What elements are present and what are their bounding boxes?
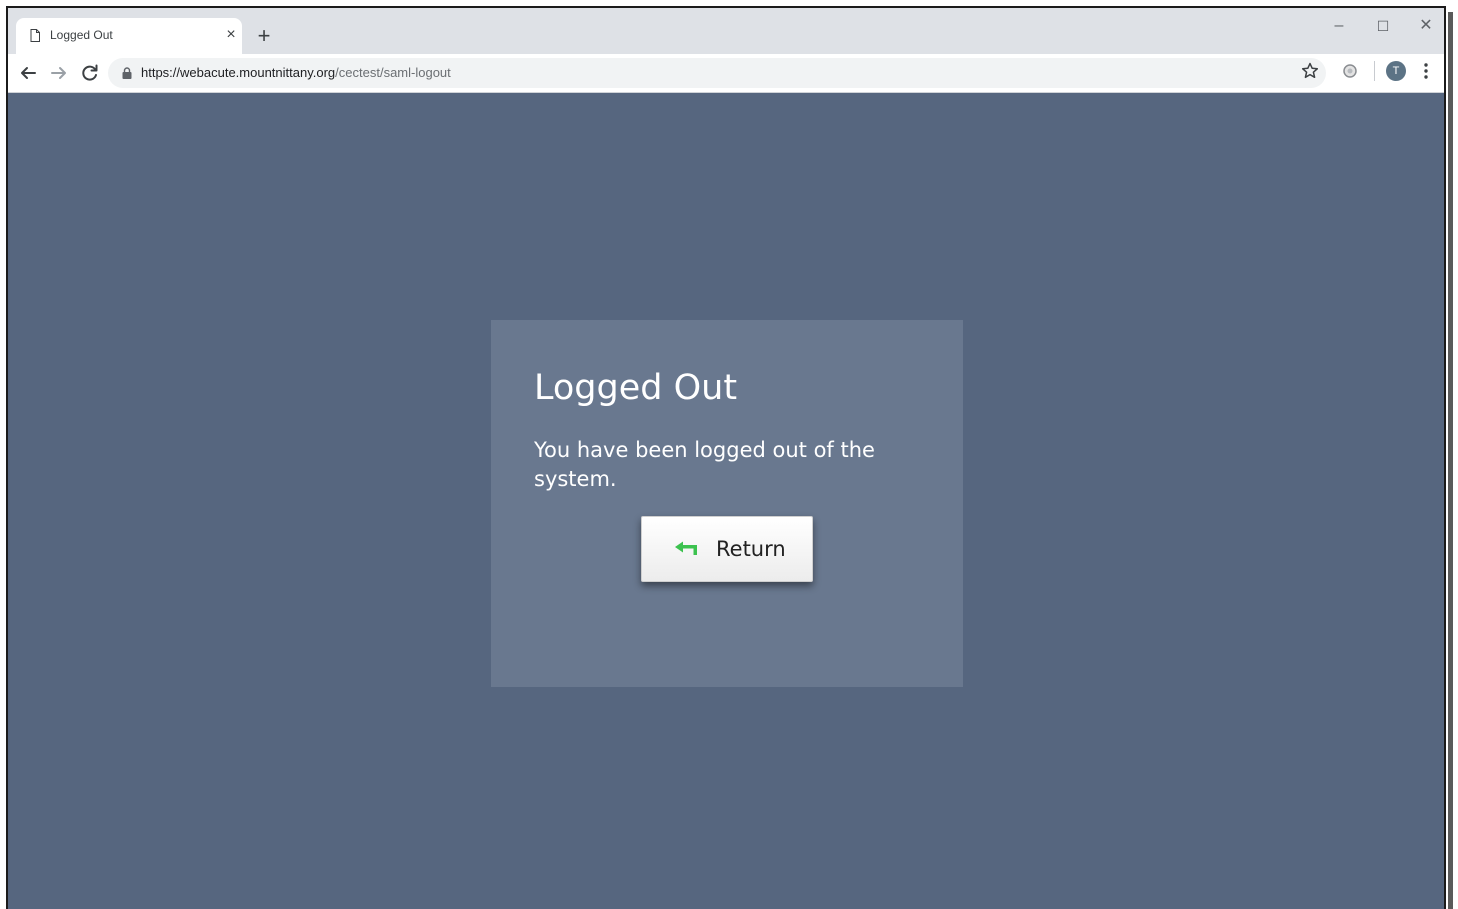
new-tab-button[interactable]: + [252,24,276,48]
url-path: /cectest/saml-logout [335,65,451,80]
forward-arrow-icon[interactable] [47,61,71,85]
logout-card: Logged Out You have been logged out of t… [491,320,963,687]
profile-avatar[interactable]: T [1386,61,1406,81]
page-title: Logged Out [534,368,738,408]
maximize-icon[interactable]: ☐ [1368,14,1398,38]
address-bar[interactable]: https://webacute.mountnittany.org/cectes… [108,58,1326,88]
tab-logged-out[interactable]: Logged Out × [16,18,242,54]
tab-strip: Logged Out × + – ☐ ✕ [8,8,1444,54]
url-host: https://webacute.mountnittany.org [141,65,336,80]
browser-window: Logged Out × + – ☐ ✕ https://webacute.mo… [6,6,1446,909]
page-content: Logged Out You have been logged out of t… [8,93,1444,909]
close-window-icon[interactable]: ✕ [1411,14,1441,38]
window-shadow [1448,12,1453,909]
return-label: Return [716,537,786,561]
back-arrow-icon[interactable] [16,61,40,85]
tab-title: Logged Out [50,28,113,42]
toolbar-divider [1374,61,1375,81]
more-menu-icon[interactable] [1418,61,1434,81]
logout-message: You have been logged out of the system. [534,438,875,491]
return-arrow-icon [675,541,697,555]
bookmark-star-icon[interactable] [1300,61,1320,81]
extension-icon[interactable] [1342,63,1358,79]
url-text: https://webacute.mountnittany.org/cectes… [141,65,451,80]
tab-close-icon[interactable]: × [221,25,241,45]
minimize-icon[interactable]: – [1324,14,1354,38]
browser-toolbar: https://webacute.mountnittany.org/cectes… [8,54,1444,93]
lock-icon [122,67,132,79]
return-button[interactable]: Return [641,516,813,582]
reload-icon[interactable] [78,61,102,85]
page-icon [30,29,40,42]
